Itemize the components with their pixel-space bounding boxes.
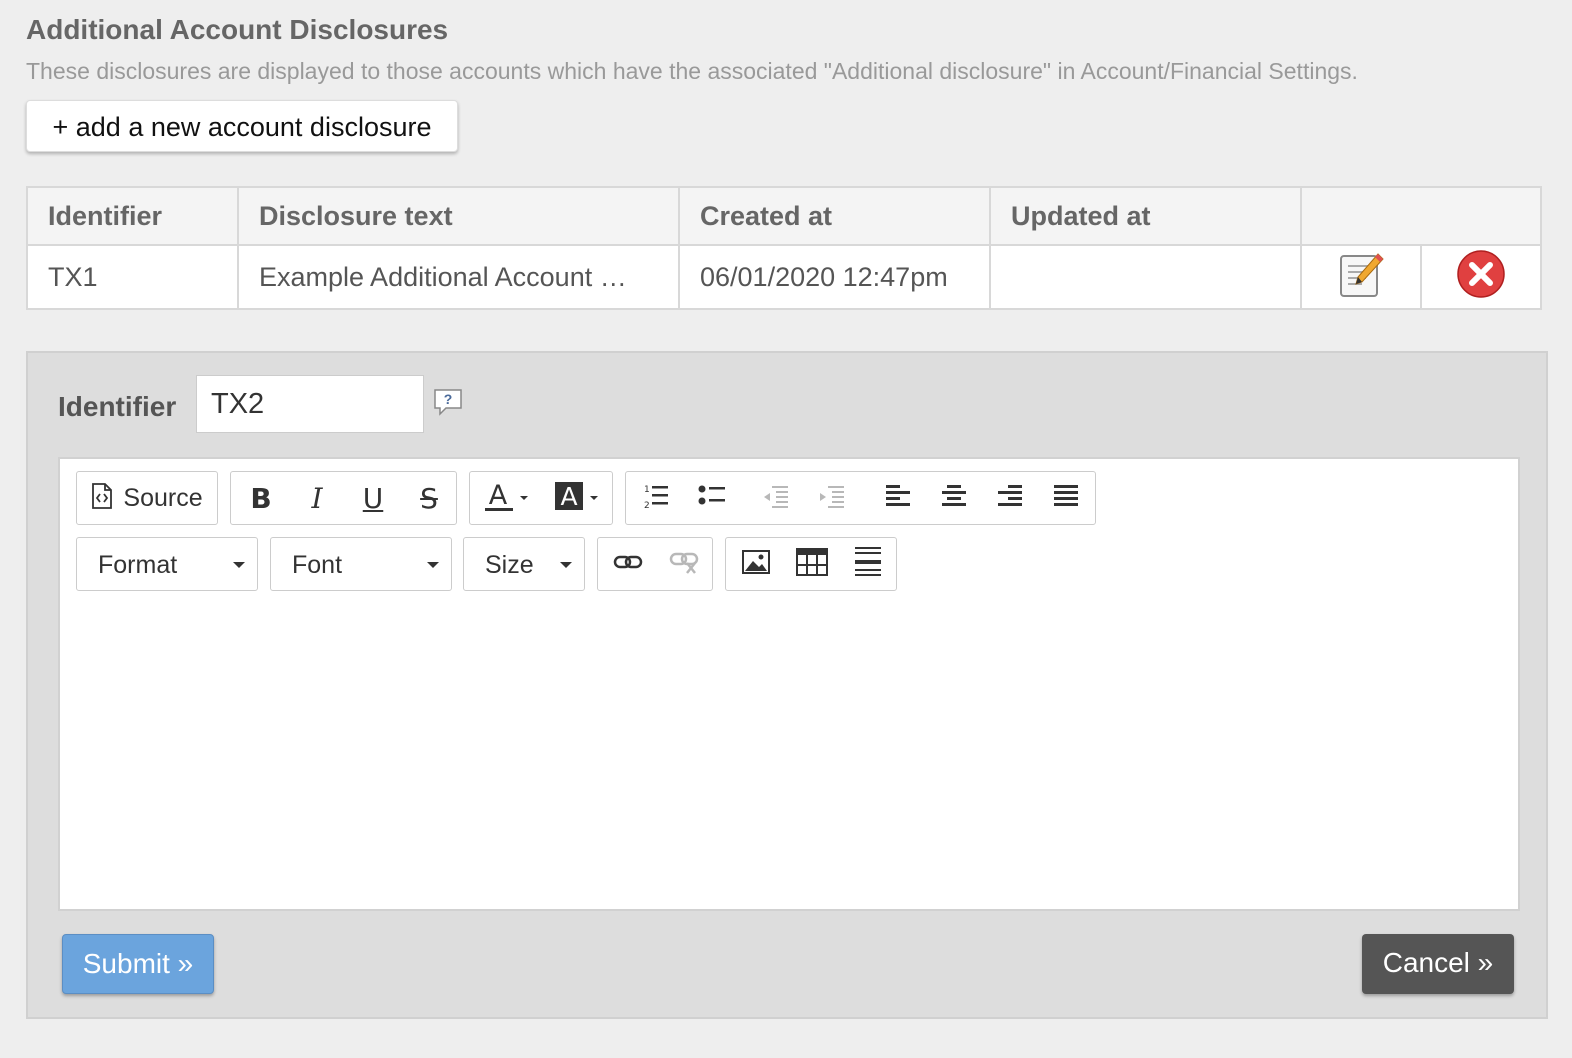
italic-button[interactable]: I: [289, 472, 345, 524]
chevron-down-icon: [560, 562, 572, 568]
text-color-button[interactable]: A: [476, 472, 540, 524]
svg-text:?: ?: [444, 391, 453, 407]
disclosures-table: Identifier Disclosure text Created at Up…: [26, 186, 1542, 310]
text-color-icon: A: [484, 478, 532, 519]
cancel-button[interactable]: Cancel »: [1362, 934, 1514, 994]
chevron-down-icon: [233, 562, 245, 568]
strikethrough-button[interactable]: S: [401, 472, 457, 524]
justify-icon: [1053, 484, 1079, 513]
size-dropdown-label: Size: [485, 551, 534, 579]
page-title: Additional Account Disclosures: [26, 14, 449, 45]
underline-button[interactable]: U: [345, 472, 401, 524]
font-dropdown-label: Font: [292, 551, 343, 579]
cell-updated-at: [989, 244, 1302, 310]
svg-text:1: 1: [644, 485, 650, 495]
table-header-row: Identifier Disclosure text Created at Up…: [26, 186, 1542, 246]
unlink-button[interactable]: [656, 538, 712, 590]
link-icon: [613, 552, 643, 577]
column-header-actions: [1300, 186, 1542, 246]
increase-indent-button[interactable]: [804, 472, 860, 524]
strikethrough-icon: S: [420, 481, 438, 515]
underline-icon: U: [362, 481, 384, 515]
background-color-button[interactable]: A: [546, 472, 610, 524]
align-left-icon: [885, 484, 911, 513]
cell-identifier: TX1: [26, 244, 239, 310]
toolbar-group-colors: A A: [469, 471, 613, 525]
bold-icon: B: [250, 481, 272, 515]
delete-cell: [1420, 244, 1542, 310]
svg-text:A: A: [560, 482, 577, 511]
link-button[interactable]: [600, 538, 656, 590]
edit-icon[interactable]: [1338, 250, 1384, 305]
submit-button[interactable]: Submit »: [62, 934, 214, 994]
column-header-disclosure-text: Disclosure text: [237, 186, 680, 246]
size-dropdown[interactable]: Size: [463, 537, 585, 591]
source-button[interactable]: Source: [77, 472, 217, 524]
chevron-down-icon: [427, 562, 439, 568]
unlink-icon: [669, 549, 699, 580]
bulleted-list-button[interactable]: [684, 472, 740, 524]
column-header-updated-at: Updated at: [989, 186, 1302, 246]
format-dropdown-label: Format: [98, 551, 178, 579]
page-subtitle: These disclosures are displayed to those…: [26, 58, 1358, 84]
background-color-icon: A: [554, 478, 602, 519]
decrease-indent-button[interactable]: [748, 472, 804, 524]
image-button[interactable]: [728, 538, 784, 590]
italic-icon: I: [311, 481, 323, 515]
delete-icon[interactable]: [1456, 249, 1506, 306]
align-right-icon: [997, 484, 1023, 513]
font-dropdown[interactable]: Font: [270, 537, 452, 591]
cell-disclosure-text: Example Additional Account …: [237, 244, 680, 310]
toolbar-group-links: [597, 537, 713, 591]
svg-text:A: A: [489, 480, 508, 511]
source-label: Source: [123, 483, 203, 512]
bulleted-list-icon: [698, 482, 726, 515]
align-left-button[interactable]: [870, 472, 926, 524]
svg-text:2: 2: [644, 501, 650, 510]
table-button[interactable]: [784, 538, 840, 590]
toolbar-group-basicstyles: B I U S: [230, 471, 457, 525]
rich-text-editor: Source B I U S A A 1 2 Format Font Size: [58, 457, 1520, 911]
new-disclosure-form: Identifier ? Source: [26, 351, 1548, 1019]
justify-button[interactable]: [1038, 472, 1094, 524]
source-icon: [91, 482, 113, 515]
increase-indent-icon: [818, 482, 846, 515]
cell-created-at: 06/01/2020 12:47pm: [678, 244, 991, 310]
image-icon: [741, 549, 771, 580]
toolbar-group-paragraph: 1 2: [625, 471, 1096, 525]
column-header-identifier: Identifier: [26, 186, 239, 246]
align-right-button[interactable]: [982, 472, 1038, 524]
align-center-icon: [941, 484, 967, 513]
identifier-input[interactable]: [196, 375, 424, 433]
horizontal-line-icon: [854, 546, 882, 583]
table-row: TX1 Example Additional Account … 06/01/2…: [26, 244, 1542, 310]
add-disclosure-button[interactable]: + add a new account disclosure: [26, 100, 458, 152]
editor-toolbar: Source B I U S A A 1 2 Format Font Size: [60, 459, 1518, 611]
toolbar-group-document: Source: [76, 471, 218, 525]
edit-cell: [1300, 244, 1422, 310]
table-icon: [796, 547, 828, 581]
numbered-list-button[interactable]: 1 2: [628, 472, 684, 524]
identifier-label: Identifier: [58, 391, 177, 422]
question-bubble-icon[interactable]: ?: [432, 387, 464, 422]
toolbar-group-insert: [725, 537, 897, 591]
align-center-button[interactable]: [926, 472, 982, 524]
decrease-indent-icon: [762, 482, 790, 515]
format-dropdown[interactable]: Format: [76, 537, 258, 591]
editor-content-area[interactable]: [60, 609, 1518, 909]
numbered-list-icon: 1 2: [642, 482, 670, 515]
bold-button[interactable]: B: [233, 472, 289, 524]
column-header-created-at: Created at: [678, 186, 991, 246]
horizontal-line-button[interactable]: [840, 538, 896, 590]
